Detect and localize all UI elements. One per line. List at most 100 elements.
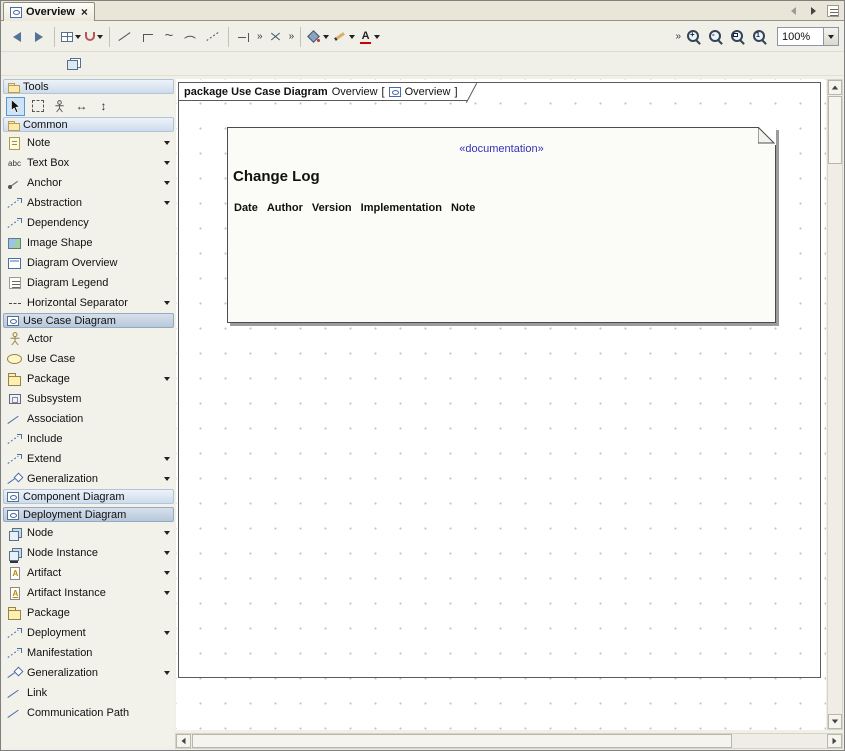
- cut-button[interactable]: [265, 26, 287, 48]
- scroll-down-button[interactable]: [828, 714, 842, 729]
- palette-item-subsystem[interactable]: Subsystem: [3, 389, 174, 409]
- free-form-select-button[interactable]: [28, 97, 47, 116]
- toolbar-overflow-icon[interactable]: »: [257, 31, 263, 42]
- palette-item-extend[interactable]: Extend: [3, 449, 174, 469]
- secondary-toolbar: [1, 53, 844, 76]
- chevron-down-icon[interactable]: [164, 377, 170, 381]
- palette-item-diagram-overview[interactable]: Diagram Overview: [3, 253, 174, 273]
- dashed-path-button[interactable]: [202, 26, 224, 48]
- horizontal-scrollbar-thumb[interactable]: [192, 734, 732, 748]
- palette-item-image-shape[interactable]: Image Shape: [3, 233, 174, 253]
- palette-item-communication-path[interactable]: Communication Path: [3, 703, 174, 723]
- palette-item-generalization[interactable]: Generalization: [3, 663, 174, 683]
- palette-item-manifestation[interactable]: Manifestation: [3, 643, 174, 663]
- chevron-down-icon[interactable]: [164, 631, 170, 635]
- cascade-windows-button[interactable]: [63, 53, 85, 75]
- rectilinear-path-button[interactable]: [136, 26, 158, 48]
- pointer-tool-button[interactable]: [6, 97, 25, 116]
- horizontal-scrollbar[interactable]: [175, 733, 843, 749]
- toolbar-overflow-icon[interactable]: »: [289, 31, 295, 42]
- zoom-in-button[interactable]: [683, 26, 705, 48]
- palette-section-tools[interactable]: Tools: [3, 79, 174, 94]
- chevron-down-icon[interactable]: [164, 301, 170, 305]
- palette-item-node[interactable]: Node: [3, 523, 174, 543]
- fill-color-button[interactable]: [305, 26, 331, 48]
- zoom-fit-button[interactable]: [727, 26, 749, 48]
- palette-item-anchor[interactable]: Anchor: [3, 173, 174, 193]
- attach-bar-button[interactable]: [233, 26, 255, 48]
- palette-item-label: Diagram Overview: [27, 257, 117, 269]
- forward-button[interactable]: [28, 26, 50, 48]
- chevron-down-icon[interactable]: [164, 477, 170, 481]
- chevron-down-icon[interactable]: [164, 457, 170, 461]
- diagram-canvas[interactable]: package Use Case Diagram Overview [ Over…: [176, 79, 826, 730]
- person-icon: [54, 100, 65, 113]
- pencil-icon: [333, 30, 347, 43]
- palette-item-association[interactable]: Association: [3, 409, 174, 429]
- palette-item-horizontal-separator[interactable]: Horizontal Separator: [3, 293, 174, 313]
- zoom-out-button[interactable]: [705, 26, 727, 48]
- chevron-down-icon[interactable]: [164, 571, 170, 575]
- toolbar-overflow-icon[interactable]: »: [675, 31, 681, 42]
- palette-section-use-case-diagram[interactable]: Use Case Diagram: [3, 313, 174, 328]
- zoom-dropdown-button[interactable]: [823, 28, 838, 45]
- palette-section-deployment-diagram[interactable]: Deployment Diagram: [3, 507, 174, 522]
- palette-section-component-diagram[interactable]: Component Diagram: [3, 489, 174, 504]
- chevron-down-icon[interactable]: [164, 201, 170, 205]
- palette-item-artifact[interactable]: Artifact: [3, 563, 174, 583]
- oblique-path-icon: [118, 30, 133, 43]
- palette-item-generalization[interactable]: Generalization: [3, 469, 174, 489]
- palette-item-include[interactable]: Include: [3, 429, 174, 449]
- scroll-tabs-right-button[interactable]: [806, 4, 820, 18]
- palette-item-dependency[interactable]: Dependency: [3, 213, 174, 233]
- palette-item-artifact-instance[interactable]: Artifact Instance: [3, 583, 174, 603]
- grid-dropdown-button[interactable]: [59, 26, 83, 48]
- back-button[interactable]: [6, 26, 28, 48]
- curved-path-button[interactable]: [180, 26, 202, 48]
- palette-item-use-case[interactable]: Use Case: [3, 349, 174, 369]
- font-color-button[interactable]: [357, 26, 382, 48]
- tab-list-button[interactable]: [826, 4, 840, 18]
- palette-item-package[interactable]: Package: [3, 369, 174, 389]
- palette-item-node-instance[interactable]: Node Instance: [3, 543, 174, 563]
- palette-item-abstraction[interactable]: Abstraction: [3, 193, 174, 213]
- zoom-original-button[interactable]: [749, 26, 771, 48]
- scroll-left-button[interactable]: [176, 734, 191, 748]
- documentation-note[interactable]: «documentation» Change Log Date Author V…: [227, 127, 776, 323]
- chevron-down-icon[interactable]: [164, 161, 170, 165]
- palette-item-label: Communication Path: [27, 707, 129, 719]
- diagram-frame-header[interactable]: package Use Case Diagram Overview [ Over…: [179, 83, 478, 101]
- pan-tool-button[interactable]: [50, 97, 69, 116]
- vertical-scrollbar[interactable]: [827, 79, 843, 730]
- oblique-path-button[interactable]: [114, 26, 136, 48]
- close-tab-icon[interactable]: ×: [81, 7, 88, 17]
- chevron-down-icon[interactable]: [164, 551, 170, 555]
- palette-item-text-box[interactable]: Text Box: [3, 153, 174, 173]
- palette-item-actor[interactable]: Actor: [3, 329, 174, 349]
- magnet-dropdown-button[interactable]: [83, 26, 105, 48]
- chevron-down-icon[interactable]: [164, 591, 170, 595]
- zoom-level-select[interactable]: 100%: [777, 27, 839, 46]
- palette-item-diagram-legend[interactable]: Diagram Legend: [3, 273, 174, 293]
- note-stereotype: «documentation»: [228, 143, 775, 155]
- chevron-down-icon[interactable]: [164, 531, 170, 535]
- chevron-down-icon[interactable]: [164, 181, 170, 185]
- palette-item-deployment[interactable]: Deployment: [3, 623, 174, 643]
- vertical-spacing-button[interactable]: [94, 97, 113, 116]
- vertical-scrollbar-thumb[interactable]: [828, 96, 842, 164]
- bezier-path-button[interactable]: [158, 26, 180, 48]
- palette-item-link[interactable]: Link: [3, 683, 174, 703]
- scroll-right-button[interactable]: [827, 734, 842, 748]
- tab-overview[interactable]: Overview ×: [3, 2, 95, 21]
- frame-keyword: package Use Case Diagram: [184, 86, 328, 98]
- chevron-down-icon: [828, 35, 834, 39]
- scroll-up-button[interactable]: [828, 80, 842, 95]
- palette-section-common[interactable]: Common: [3, 117, 174, 132]
- horizontal-spacing-button[interactable]: [72, 97, 91, 116]
- scroll-tabs-left-button[interactable]: [786, 4, 800, 18]
- palette-item-note[interactable]: Note: [3, 133, 174, 153]
- chevron-down-icon[interactable]: [164, 141, 170, 145]
- palette-item-package[interactable]: Package: [3, 603, 174, 623]
- line-color-button[interactable]: [331, 26, 357, 48]
- chevron-down-icon[interactable]: [164, 671, 170, 675]
